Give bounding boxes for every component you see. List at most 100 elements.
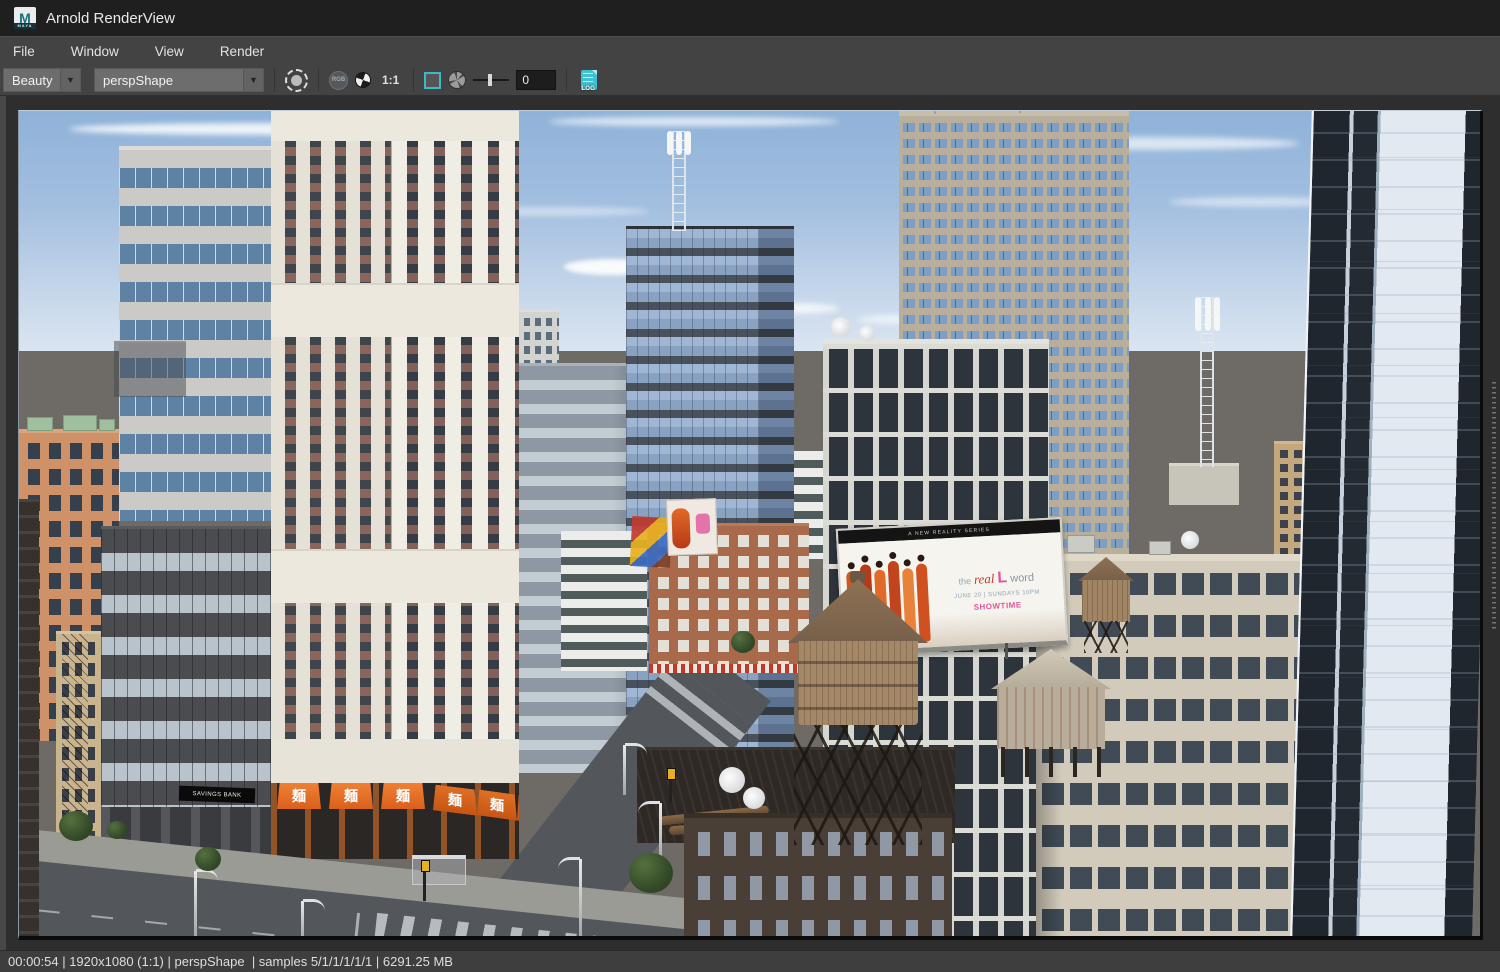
billboard-text: the real L word JUNE 20 | SUNDAYS 10PM S… [932,532,1066,647]
window-washing-scaffold [114,341,186,397]
rooftop-unit [99,419,115,431]
tree [59,811,93,841]
water-tower-cone [1078,557,1134,581]
noodle-awning: 麺 [277,783,321,809]
toolbar-separator [413,69,415,91]
title-bar: M MAYA Arnold RenderView [0,0,1500,36]
rooftop-unit [27,417,53,431]
toolbar: Beauty ▼ perspShape ▼ RGB 1:1 LOG [0,65,1500,96]
antenna-cylinder [1205,297,1211,331]
log-icon-label: LOG [581,86,596,92]
building-white-skyscraper: 麺 麺 麺 麺 麺 麺 [271,111,519,859]
billboard-word: word [1009,571,1035,585]
zoom-1-1-button[interactable]: 1:1 [378,73,403,87]
small-billboard [666,498,718,556]
region-crop-icon[interactable] [424,71,442,89]
camera-value: perspShape [103,72,174,88]
crosswalk [645,660,753,757]
wooden-water-tower [776,571,941,845]
awning-character: 麺 [448,791,462,809]
tree [731,631,755,653]
rooftop-ac-unit [1149,541,1171,555]
rooftop-ac-unit [1067,535,1095,553]
maya-icon-subtext: MAYA [14,23,36,29]
traffic-light [421,860,430,901]
status-bar: 00:00:54 | 1920x1080 (1:1) | perspShape … [0,950,1500,972]
toolbar-separator [318,69,319,91]
antenna [1019,111,1021,113]
awning-character: 麺 [292,788,306,804]
exposure-aperture-icon[interactable] [448,71,467,89]
tree [629,853,673,893]
building-dark-sliver [19,499,39,936]
render-canvas[interactable]: A NEW REALITY SERIES the real L word JUN… [18,110,1483,940]
satellite-dish [743,787,765,809]
water-tower-legs [794,725,922,845]
rooftop-unit [63,415,97,431]
rgb-channel-icon[interactable]: RGB [329,70,348,90]
exposure-slider-handle[interactable] [488,74,493,86]
antenna [934,111,936,114]
bank-sign: SAVINGS BANK [178,785,256,804]
stop-line [350,912,361,936]
billboard-the: the [958,575,972,587]
frame-dotted-strip [1492,382,1496,630]
log-icon[interactable]: LOG [581,70,598,92]
tree [195,847,221,871]
chevron-down-icon[interactable]: ▼ [243,69,263,91]
water-tower-body [798,641,918,725]
menu-render[interactable]: Render [220,44,264,59]
skyscraper-base: 麺 麺 麺 麺 麺 麺 [271,739,519,859]
maya-app-icon: M MAYA [14,7,36,29]
menu-view[interactable]: View [155,44,184,59]
water-tower-body [1082,580,1130,622]
facade-band [271,111,519,141]
building-striped-glass-tower [1289,111,1480,936]
small-water-tower [1072,557,1140,657]
window-title: Arnold RenderView [46,9,175,27]
chevron-down-icon[interactable]: ▼ [60,69,80,91]
exposure-input[interactable] [516,70,557,90]
street-lamp [623,743,647,795]
exposure-slider[interactable] [473,69,510,91]
render-pass-dropdown[interactable]: Beauty ▼ [3,68,81,92]
satellite-dish [1181,531,1199,549]
cloud [549,117,839,126]
satellite-dish [859,325,875,341]
debug-shading-icon[interactable] [352,69,374,91]
render-pass-value: Beauty [12,72,53,88]
facade-band [271,283,519,337]
facade-band [271,549,519,603]
noodle-awning: 麺 [433,784,477,815]
menu-file[interactable]: File [13,44,35,59]
tree [107,821,127,839]
street-lamp [194,869,218,936]
tank-body [997,687,1105,749]
noodle-awning: 麺 [381,783,425,809]
awning-character: 麺 [396,788,410,804]
water-tower-cone [788,579,928,643]
antenna-cylinder [1214,297,1220,331]
antenna-cylinder [685,131,691,155]
menu-window[interactable]: Window [71,44,119,59]
building-gray-office [119,146,287,521]
camera-dropdown[interactable]: perspShape ▼ [94,68,264,92]
street-lamp [301,899,325,936]
noodle-awning: 麺 [329,783,373,809]
rooftop-penthouse [1169,463,1239,505]
tank-cone [991,649,1111,689]
satellite-dish [719,767,745,793]
metal-water-tank [981,649,1121,777]
antenna-cylinder [676,131,682,155]
antenna-cylinder [1195,297,1201,331]
tank-legs [1001,747,1101,777]
start-render-icon[interactable] [285,68,308,92]
rooftop-antenna-mast [1195,297,1221,467]
traffic-light [667,768,676,803]
toolbar-separator [274,69,275,91]
awning-character: 麺 [344,788,358,804]
satellite-dish [831,317,851,337]
awning-character: 麺 [490,796,504,814]
arnold-renderview-window: M MAYA Arnold RenderView File Window Vie… [0,0,1500,972]
render-status-text: 00:00:54 | 1920x1080 (1:1) | perspShape … [8,954,453,969]
